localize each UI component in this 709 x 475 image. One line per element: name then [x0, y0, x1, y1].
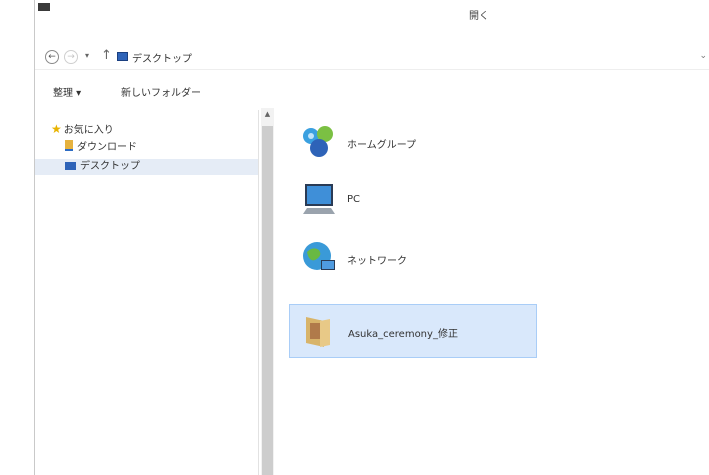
file-item-homegroup[interactable]: ホームグループ [289, 116, 537, 170]
nav-item-desktop[interactable]: デスクトップ [35, 159, 258, 175]
desktop-icon [117, 52, 128, 61]
forward-arrow-icon[interactable]: → [64, 50, 78, 64]
organize-button[interactable]: 整理 ▾ [53, 84, 81, 99]
scroll-thumb[interactable] [262, 126, 273, 475]
file-item-label: ネットワーク [347, 256, 407, 267]
file-item-label: Asuka_ceremony_修正 [348, 329, 458, 340]
desktop-icon [65, 162, 76, 170]
window-icon [38, 3, 50, 11]
nav-item-label: デスクトップ [80, 161, 140, 172]
scroll-up-arrow-icon[interactable]: ▲ [261, 110, 274, 118]
pc-icon [303, 184, 335, 214]
title-bar: 開く [35, 0, 709, 36]
breadcrumb[interactable]: デスクトップ [132, 50, 192, 65]
new-folder-button[interactable]: 新しいフォルダー [121, 84, 201, 99]
nav-item-label: お気に入り [63, 125, 114, 136]
nav-scrollbar[interactable]: ▲ [261, 108, 274, 475]
address-bar: ← → ▾ ↑ デスクトップ ⌄ [35, 37, 709, 70]
address-dropdown-chevron-icon[interactable]: ⌄ [699, 51, 707, 61]
file-item-network[interactable]: ネットワーク [289, 232, 537, 286]
open-file-dialog: 開く ← → ▾ ↑ デスクトップ ⌄ 整理 ▾ 新しいフォルダー ★ お気に入り… [34, 0, 709, 475]
file-item-asuka-folder[interactable]: Asuka_ceremony_修正 [289, 304, 537, 358]
file-item-label: PC [347, 194, 361, 205]
recent-locations-chevron-icon[interactable]: ▾ [85, 51, 89, 60]
homegroup-icon [303, 126, 333, 157]
file-item-pc[interactable]: PC [289, 174, 537, 228]
nav-item-label: ダウンロード [77, 142, 137, 153]
file-list: ホームグループ PC ネットワーク Asuka_ceremony_修正 [275, 110, 709, 475]
up-arrow-icon[interactable]: ↑ [101, 48, 112, 63]
command-bar: 整理 ▾ 新しいフォルダー [35, 76, 709, 102]
window-title: 開く [469, 11, 489, 22]
network-icon [303, 242, 335, 270]
back-arrow-icon[interactable]: ← [45, 50, 59, 64]
download-folder-icon [65, 140, 73, 151]
star-icon: ★ [51, 122, 62, 136]
file-item-label: ホームグループ [347, 140, 417, 151]
folder-icon [306, 317, 330, 347]
nav-item-downloads[interactable]: ダウンロード [65, 140, 137, 156]
navigation-pane: ★ お気に入り ダウンロード デスクトップ [35, 110, 259, 475]
nav-item-favorites[interactable]: ★ お気に入り [51, 121, 114, 137]
